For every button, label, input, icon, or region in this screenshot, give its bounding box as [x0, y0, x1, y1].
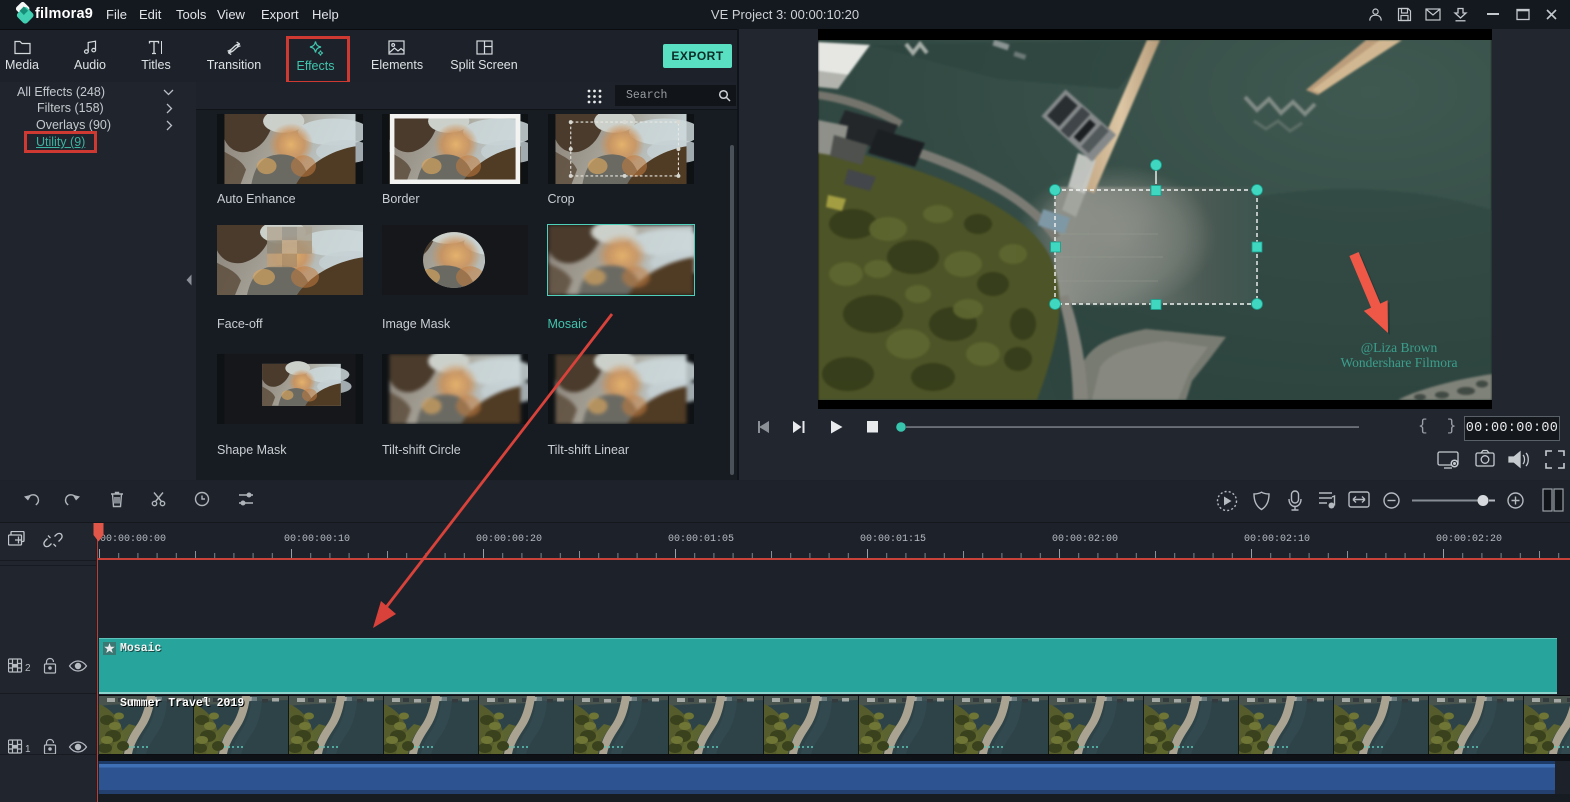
svg-text:2: 2	[25, 663, 31, 674]
svg-text:Wondershare Filmora: Wondershare Filmora	[1340, 355, 1457, 370]
svg-text:@Liza Brown: @Liza Brown	[1361, 340, 1438, 355]
